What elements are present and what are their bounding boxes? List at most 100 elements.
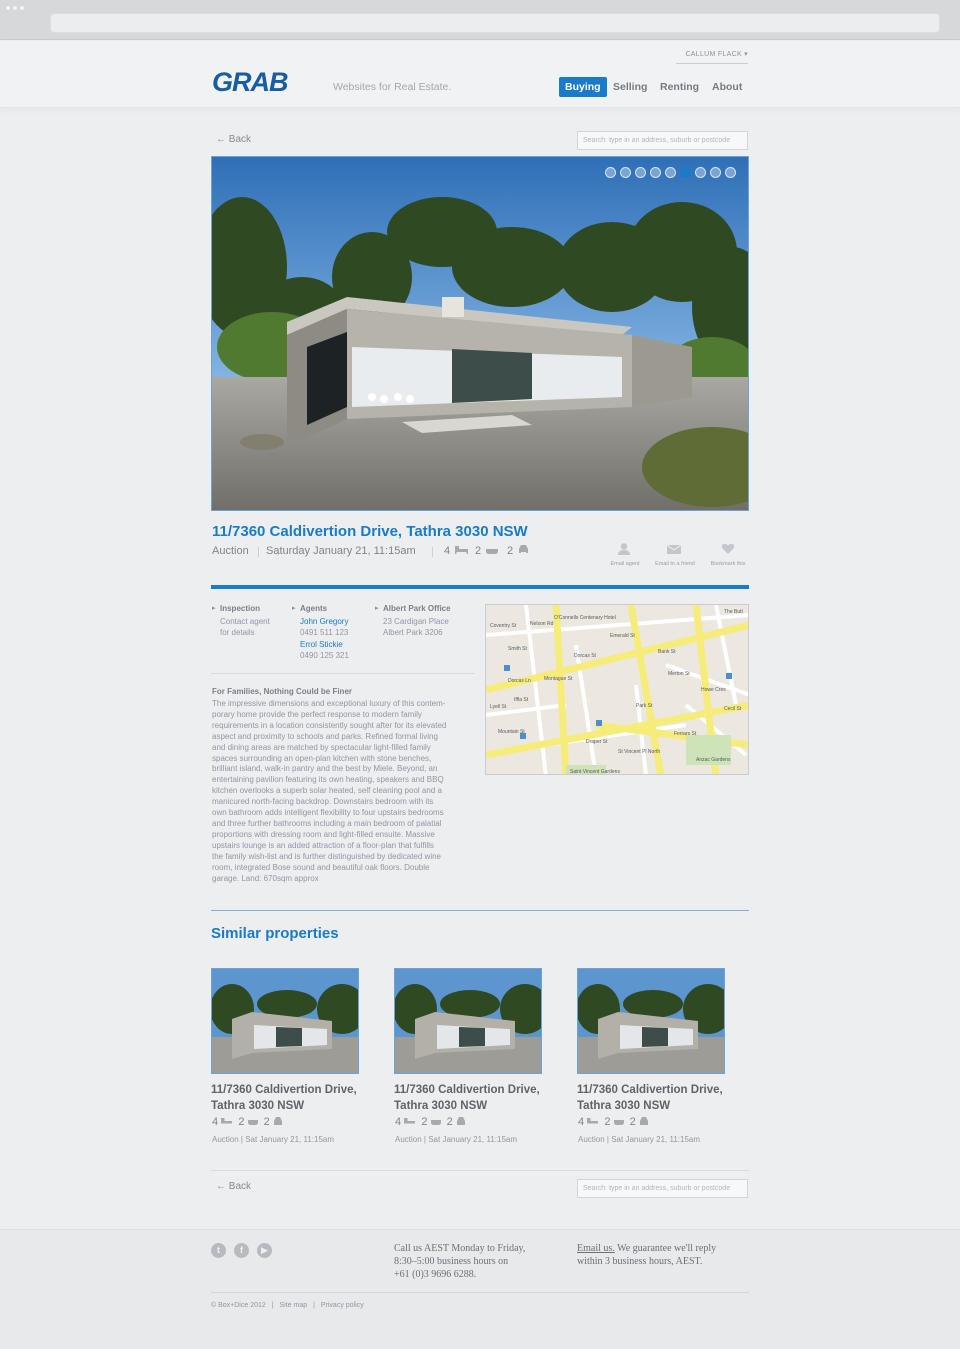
map-street-label: Dorcas Ln [508, 678, 531, 684]
carousel-dot[interactable] [710, 167, 721, 178]
copyright: © Box+Dice 2012 [211, 1302, 266, 1309]
description-heading: For Families, Nothing Could be Finer [212, 687, 353, 696]
description-line: and three further bathrooms including a … [212, 818, 442, 828]
description-line: upstairs lounge is an added attraction o… [212, 840, 434, 850]
similar-property-photo[interactable] [577, 968, 725, 1074]
contact-line: +61 (0)3 9696 6288. [394, 1269, 477, 1280]
bookmark-link[interactable]: Bookmark this [704, 561, 752, 567]
description-line: manicured north-facing backdrop. Downsta… [212, 797, 434, 807]
back-link[interactable]: ← Back [216, 134, 251, 145]
carousel-dot[interactable] [635, 167, 646, 178]
car-value: 2 [263, 1116, 270, 1128]
agent-name-link[interactable]: John Gregory [300, 617, 348, 626]
carousel-dot[interactable] [725, 167, 736, 178]
email-us-link[interactable]: Email us. [577, 1243, 615, 1254]
map-street-label: Iffla St [514, 697, 529, 703]
bath-icon [430, 1120, 441, 1125]
tram-stop-icon [504, 665, 510, 671]
privacy-link[interactable]: Privacy policy [321, 1302, 364, 1309]
address-bar[interactable] [50, 13, 940, 33]
description-line: entertaining pavilion featuring its own … [212, 775, 444, 785]
map-street-label: Merton St [668, 671, 690, 677]
window-dot-icon [13, 6, 17, 10]
site-logo[interactable]: GRAB [212, 69, 288, 96]
window-dot-icon [6, 6, 10, 10]
similar-property-title[interactable]: 11/7360 Caldivertion Drive, Tathra 3030 … [394, 1082, 554, 1114]
description-line: brilliant island, walk-in pantry and the… [212, 764, 438, 774]
house-thumbnail [578, 969, 724, 1073]
similar-property-photo[interactable] [211, 968, 359, 1074]
email-info: Email us. We guarantee we'll reply withi… [577, 1242, 716, 1268]
similar-property-title[interactable]: 11/7360 Caldivertion Drive, Tathra 3030 … [577, 1082, 737, 1114]
user-menu[interactable]: CALLUM FLACK ▾ [670, 50, 748, 64]
facebook-icon[interactable]: f [234, 1243, 249, 1258]
agent-name-link[interactable]: Errol Stickie [300, 640, 343, 649]
similar-property-stats: 4 2 2 [395, 1116, 466, 1128]
map-street-label: Bank St [658, 649, 676, 655]
similar-properties-heading: Similar properties [211, 925, 339, 942]
similar-property-meta: Auction | Sat January 21, 11:15am [578, 1135, 701, 1144]
similar-property-photo[interactable] [394, 968, 542, 1074]
map-street-label: Emerald St [610, 633, 635, 639]
similar-property-stats: 4 2 2 [578, 1116, 649, 1128]
nav-about[interactable]: About [712, 77, 742, 97]
carousel-dot[interactable] [695, 167, 706, 178]
description-line: requirements in a location consistently … [212, 720, 447, 730]
youtube-icon[interactable]: ▶ [257, 1243, 272, 1258]
office-heading: Albert Park Office [375, 604, 451, 613]
email-agent-link[interactable]: Email agent [604, 561, 646, 567]
back-link[interactable]: ← Back [216, 1181, 251, 1192]
heart-icon[interactable] [721, 543, 735, 555]
description-line: kitchen overlooks a superb solar heated,… [212, 786, 442, 796]
carousel-dot[interactable] [605, 167, 616, 178]
map-street-label: Howe Cres [701, 687, 726, 693]
sitemap-link[interactable]: Site map [280, 1302, 308, 1309]
map-street-label: Dorcas St [574, 653, 597, 659]
email-friend-link[interactable]: Email to a friend [648, 561, 702, 567]
location-map[interactable]: Dorcas St Bank St Emerald St Park St Cov… [485, 604, 749, 775]
bed-icon [587, 1118, 599, 1124]
carousel-dot[interactable] [650, 167, 661, 178]
similar-property-meta: Auction | Sat January 21, 11:15am [395, 1135, 518, 1144]
map-place-label: O'Connells Centenary Hotel [554, 615, 616, 621]
envelope-icon[interactable] [667, 543, 681, 555]
nav-selling[interactable]: Selling [613, 77, 647, 97]
browser-toolbar [0, 0, 960, 40]
map-place-label: Saint Vincent Gardens [570, 769, 620, 775]
map-street-label: Cecil St [724, 706, 742, 712]
similar-property-title[interactable]: 11/7360 Caldivertion Drive, Tathra 3030 … [211, 1082, 371, 1114]
street-map: Dorcas St Bank St Emerald St Park St Cov… [486, 605, 748, 775]
car-icon [456, 1117, 465, 1125]
map-street-label: Coventry St [490, 623, 517, 629]
house-photo [212, 157, 748, 510]
listing-hero-photo[interactable] [211, 156, 749, 511]
bedroom-value: 4 [578, 1116, 585, 1128]
sale-type: Auction [212, 545, 249, 557]
similar-property-meta: Auction | Sat January 21, 11:15am [212, 1135, 335, 1144]
search-input[interactable]: Search: type in an address, suburb or po… [577, 131, 748, 150]
twitter-icon[interactable]: t [211, 1243, 226, 1258]
map-place-label: The Butt [724, 609, 744, 615]
map-street-label: Draper St [586, 739, 608, 745]
carousel-dot[interactable] [665, 167, 676, 178]
nav-buying[interactable]: Buying [559, 77, 607, 97]
map-street-label: Park St [636, 703, 653, 709]
search-input[interactable]: Search: type in an address, suburb or po… [577, 1179, 748, 1198]
title-line: Tathra 3030 NSW [394, 1100, 488, 1112]
nav-renting[interactable]: Renting [660, 77, 699, 97]
carousel-dot[interactable] [620, 167, 631, 178]
description-line: spaces surrounding an open-plan kitchen … [212, 753, 432, 763]
bath-icon [613, 1120, 624, 1125]
carousel-dot-active[interactable] [680, 167, 691, 178]
car-value: 2 [629, 1116, 636, 1128]
divider [211, 673, 475, 674]
listing-address: 11/7360 Caldivertion Drive, Tathra 3030 … [212, 523, 528, 540]
map-street-label: Smith St [508, 646, 528, 652]
map-street-label: Montague St [544, 676, 573, 682]
bath-icon [486, 549, 499, 554]
tram-stop-icon [520, 733, 526, 739]
user-icon[interactable] [617, 543, 631, 555]
back-label: Back [228, 134, 252, 145]
bedroom-count: 4 [444, 545, 469, 557]
bathroom-value: 2 [604, 1116, 611, 1128]
